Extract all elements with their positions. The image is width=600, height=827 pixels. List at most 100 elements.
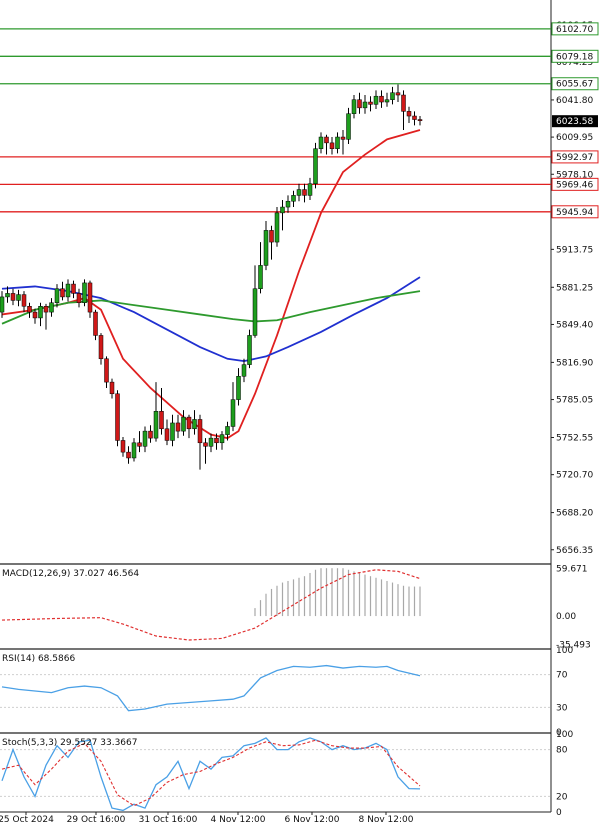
candle-36 bbox=[197, 414, 203, 470]
candle-35 bbox=[192, 410, 197, 435]
candle-body-26 bbox=[142, 430, 148, 447]
candle-body-73 bbox=[401, 94, 406, 112]
candle-body-70 bbox=[384, 99, 390, 103]
rsi-tick-label-2: 30 bbox=[556, 703, 568, 713]
stoch-k-line bbox=[1, 737, 421, 812]
candle-67 bbox=[368, 96, 373, 112]
candle-5 bbox=[27, 302, 32, 318]
candle-body-63 bbox=[346, 113, 351, 140]
candle-body-37 bbox=[203, 442, 208, 447]
rsi-line bbox=[1, 664, 421, 712]
candle-74 bbox=[406, 106, 412, 124]
level-label-5: 5945.94 bbox=[556, 208, 593, 218]
candle-body-7 bbox=[38, 306, 43, 319]
candle-65 bbox=[357, 92, 362, 114]
candle-52 bbox=[285, 195, 291, 213]
rsi-tick-label-1: 70 bbox=[556, 671, 568, 681]
rsi-tick-label-0: 100 bbox=[556, 646, 573, 656]
candle-body-45 bbox=[247, 335, 252, 365]
candle-59 bbox=[324, 134, 329, 155]
ma-line-0 bbox=[1, 129, 421, 440]
candle-49 bbox=[269, 225, 274, 260]
candle-body-58 bbox=[318, 136, 324, 149]
candle-76 bbox=[417, 116, 423, 126]
candle-body-50 bbox=[274, 212, 280, 243]
candle-73 bbox=[401, 90, 406, 131]
price-tick-label-10: 5785.05 bbox=[556, 396, 593, 406]
candle-body-67 bbox=[368, 101, 373, 105]
time-tick-label-1: 29 Oct 16:00 bbox=[67, 815, 126, 823]
candle-61 bbox=[335, 132, 340, 154]
candle-body-62 bbox=[340, 136, 346, 140]
candle-body-21 bbox=[115, 393, 120, 441]
candle-body-4 bbox=[21, 294, 27, 307]
candle-body-52 bbox=[285, 200, 291, 208]
candle-body-3 bbox=[16, 294, 21, 301]
candle-body-47 bbox=[258, 265, 263, 289]
candle-body-10 bbox=[54, 288, 60, 304]
macd-signal-line bbox=[1, 569, 421, 641]
candle-body-43 bbox=[236, 376, 241, 400]
candle-63 bbox=[346, 107, 351, 145]
stoch-tick-label-1: 80 bbox=[556, 746, 568, 756]
candle-3 bbox=[16, 289, 21, 307]
candle-body-9 bbox=[49, 302, 54, 313]
candle-34 bbox=[186, 414, 192, 439]
candle-body-48 bbox=[263, 230, 269, 266]
candle-body-1 bbox=[5, 293, 10, 298]
candle-body-22 bbox=[120, 440, 126, 453]
candle-body-46 bbox=[252, 288, 258, 336]
price-tick-label-14: 5656.35 bbox=[556, 546, 593, 556]
price-tick-label-8: 5849.40 bbox=[556, 320, 593, 330]
candle-body-69 bbox=[379, 95, 384, 103]
candle-29 bbox=[159, 387, 164, 435]
time-tick-label-5: 8 Nov 12:00 bbox=[359, 815, 414, 823]
candle-body-60 bbox=[329, 142, 335, 149]
candle-43 bbox=[236, 368, 241, 406]
candle-38 bbox=[208, 433, 214, 453]
candle-22 bbox=[120, 436, 126, 457]
candle-body-61 bbox=[335, 136, 340, 149]
candle-body-59 bbox=[324, 136, 329, 144]
candle-body-33 bbox=[181, 416, 186, 432]
stoch-title: Stoch(5,3,3) 29.5527 33.3667 bbox=[2, 738, 137, 748]
candle-body-71 bbox=[390, 92, 395, 100]
candle-body-5 bbox=[27, 306, 32, 313]
candle-50 bbox=[274, 207, 280, 247]
candle-body-24 bbox=[131, 442, 137, 459]
candle-body-18 bbox=[98, 335, 104, 360]
candle-body-12 bbox=[65, 283, 71, 298]
candle-32 bbox=[175, 414, 181, 439]
candle-body-74 bbox=[406, 111, 412, 117]
candle-body-27 bbox=[148, 430, 153, 439]
chart-svg: 6106.156074.256041.806009.955978.105945.… bbox=[0, 0, 599, 825]
candle-24 bbox=[131, 438, 137, 462]
candle-body-8 bbox=[43, 306, 49, 313]
candle-body-29 bbox=[159, 411, 164, 430]
candle-body-13 bbox=[71, 283, 76, 294]
candle-48 bbox=[263, 221, 269, 271]
candle-40 bbox=[219, 431, 225, 450]
candle-body-30 bbox=[164, 428, 170, 441]
candle-75 bbox=[412, 111, 417, 126]
candle-42 bbox=[230, 382, 236, 432]
candle-body-38 bbox=[208, 437, 214, 447]
candle-4 bbox=[21, 291, 27, 313]
candle-70 bbox=[384, 92, 390, 107]
candle-58 bbox=[318, 132, 324, 154]
candle-body-14 bbox=[76, 293, 82, 304]
candle-71 bbox=[390, 86, 395, 105]
candle-body-72 bbox=[395, 92, 401, 96]
price-tick-label-7: 5881.25 bbox=[556, 283, 593, 293]
candle-body-64 bbox=[351, 99, 357, 114]
candle-17 bbox=[93, 309, 98, 341]
candle-body-28 bbox=[153, 411, 159, 439]
candle-44 bbox=[241, 358, 247, 383]
level-label-0: 6102.70 bbox=[556, 25, 593, 35]
candle-66 bbox=[362, 95, 368, 114]
time-tick-label-3: 4 Nov 12:00 bbox=[211, 815, 266, 823]
candle-body-35 bbox=[192, 419, 197, 430]
candle-body-39 bbox=[214, 437, 219, 444]
candle-body-2 bbox=[10, 293, 16, 301]
candle-18 bbox=[98, 333, 104, 365]
